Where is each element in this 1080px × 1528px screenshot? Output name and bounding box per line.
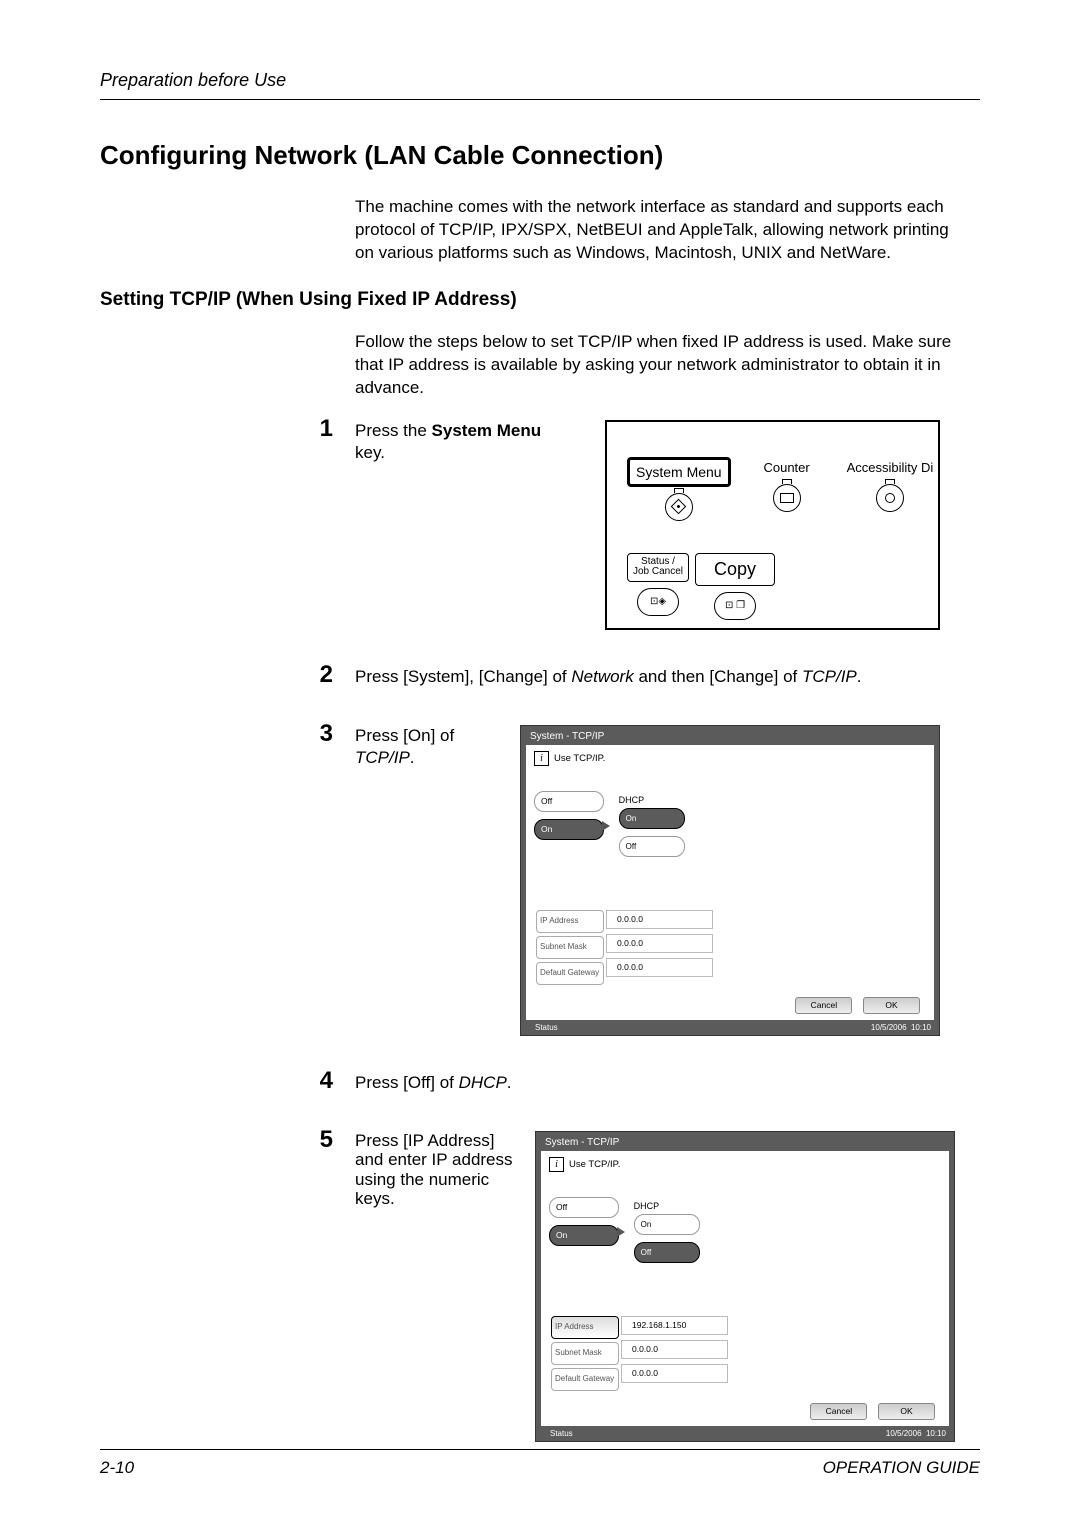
intro-paragraph: The machine comes with the network inter…	[355, 196, 970, 265]
bottom-rule	[100, 1449, 980, 1450]
ok-button[interactable]: OK	[863, 997, 920, 1014]
dhcp-on-button[interactable]: On	[634, 1214, 700, 1235]
step-number-2: 2	[100, 660, 355, 689]
step-number-5: 5	[100, 1125, 355, 1154]
step-number-4: 4	[100, 1066, 355, 1095]
top-rule	[100, 99, 980, 100]
status-time: 10:10	[926, 1429, 946, 1438]
copy-key-icon: ⊡ ❐	[714, 592, 756, 620]
pointer-icon	[602, 821, 610, 831]
status-label: Status	[535, 1023, 558, 1032]
step-4-text: Press [Off] of DHCP.	[355, 1072, 980, 1094]
default-gateway-value: 0.0.0.0	[606, 958, 713, 977]
section-title: Configuring Network (LAN Cable Connectio…	[100, 140, 980, 171]
step-number-3: 3	[100, 719, 355, 748]
ok-button[interactable]: OK	[878, 1403, 935, 1420]
status-label: Status	[550, 1429, 573, 1438]
step-5-text: Press [IP Address] and enter IP address …	[355, 1131, 525, 1209]
counter-key-icon	[773, 484, 801, 512]
ip-address-value: 192.168.1.150	[621, 1316, 728, 1335]
step-2-text: Press [System], [Change] of Network and …	[355, 666, 980, 688]
default-gateway-value: 0.0.0.0	[621, 1364, 728, 1383]
screen-title: System - TCP/IP	[536, 1132, 954, 1151]
dhcp-off-button[interactable]: Off	[619, 836, 685, 857]
follow-paragraph: Follow the steps below to set TCP/IP whe…	[355, 331, 960, 400]
chapter-title: Preparation before Use	[100, 70, 980, 91]
system-menu-button[interactable]: System Menu	[627, 457, 731, 521]
status-jobcancel-button[interactable]: Status /Job Cancel ⊡◈	[627, 553, 689, 620]
cancel-button[interactable]: Cancel	[810, 1403, 867, 1420]
subnet-mask-value: 0.0.0.0	[621, 1340, 728, 1359]
dhcp-off-button[interactable]: Off	[634, 1242, 700, 1263]
dhcp-label: DHCP	[634, 1201, 700, 1211]
status-date: 10/5/2006	[886, 1429, 922, 1438]
tcpip-screen-step3: System - TCP/IP i Use TCP/IP. Off On DHC	[520, 725, 940, 1036]
ip-address-value: 0.0.0.0	[606, 910, 713, 929]
counter-button[interactable]: Counter	[751, 457, 823, 521]
step-1-text: Press the System Menu key.	[355, 420, 575, 464]
default-gateway-button[interactable]: Default Gateway	[536, 962, 604, 985]
tcpip-on-button[interactable]: On	[549, 1225, 619, 1246]
status-key-icon: ⊡◈	[637, 588, 679, 616]
operation-guide-label: OPERATION GUIDE	[823, 1458, 980, 1478]
ip-address-button[interactable]: IP Address	[551, 1316, 619, 1339]
copy-button[interactable]: Copy ⊡ ❐	[695, 553, 775, 620]
status-time: 10:10	[911, 1023, 931, 1032]
use-tcpip-label: Use TCP/IP.	[569, 1159, 620, 1170]
pointer-icon	[617, 1227, 625, 1237]
system-menu-key-icon	[665, 493, 693, 521]
dhcp-label: DHCP	[619, 795, 685, 805]
default-gateway-button[interactable]: Default Gateway	[551, 1368, 619, 1391]
control-panel-figure: System Menu Counter Accessibility Di Sta…	[605, 420, 940, 630]
subheading: Setting TCP/IP (When Using Fixed IP Addr…	[100, 289, 980, 311]
tcpip-on-button[interactable]: On	[534, 819, 604, 840]
step-3-text: Press [On] of TCP/IP.	[355, 725, 510, 769]
info-icon: i	[549, 1157, 564, 1172]
dhcp-on-button[interactable]: On	[619, 808, 685, 829]
accessibility-key-icon	[876, 484, 904, 512]
tcpip-screen-step5: System - TCP/IP i Use TCP/IP. Off On DHC	[535, 1131, 955, 1442]
subnet-mask-button[interactable]: Subnet Mask	[536, 936, 604, 959]
tcpip-off-button[interactable]: Off	[549, 1197, 619, 1218]
ip-address-button[interactable]: IP Address	[536, 910, 604, 933]
tcpip-off-button[interactable]: Off	[534, 791, 604, 812]
subnet-mask-button[interactable]: Subnet Mask	[551, 1342, 619, 1365]
cancel-button[interactable]: Cancel	[795, 997, 852, 1014]
use-tcpip-label: Use TCP/IP.	[554, 753, 605, 764]
subnet-mask-value: 0.0.0.0	[606, 934, 713, 953]
screen-title: System - TCP/IP	[521, 726, 939, 745]
accessibility-button[interactable]: Accessibility Di	[843, 457, 938, 521]
step-number-1: 1	[100, 414, 355, 443]
info-icon: i	[534, 751, 549, 766]
page-number: 2-10	[100, 1458, 134, 1478]
status-date: 10/5/2006	[871, 1023, 907, 1032]
